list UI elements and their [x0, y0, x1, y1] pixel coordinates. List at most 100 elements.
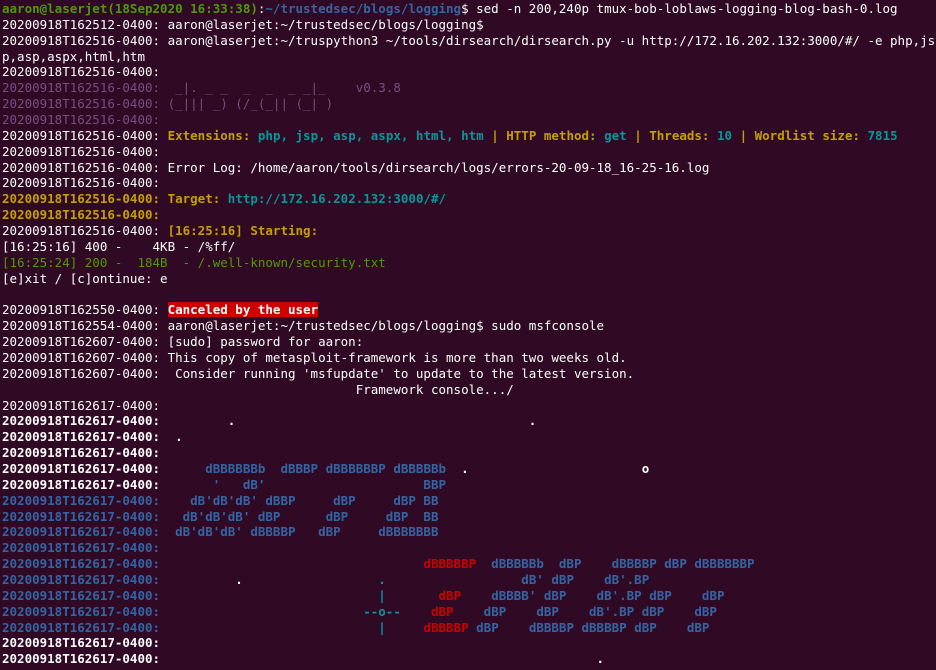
terminal-line: 20200918T162516-0400: _|. _ _ _ _ _ _|_ … — [2, 80, 401, 96]
terminal-text: 20200918T162617-0400: — [2, 476, 213, 492]
terminal-text: 20200918T162516-0400: — [2, 175, 161, 191]
terminal-text: p,asp,aspx,html,htm — [2, 48, 145, 64]
terminal-line: 20200918T162617-0400: — [2, 540, 160, 556]
terminal-line: 20200918T162617-0400: — [2, 445, 160, 461]
terminal-line: p,asp,aspx,html,htm — [2, 49, 145, 65]
terminal-text: 7815 — [867, 127, 898, 143]
terminal-text: 20200918T162516-0400: — [2, 112, 161, 128]
terminal-text: [16:25:16] Starting: — [167, 223, 319, 239]
terminal-line: 20200918T162607-0400: Consider running '… — [2, 366, 634, 382]
terminal-line: Framework console.../ — [2, 382, 514, 398]
terminal-line: 20200918T162516-0400: Extensions: php, j… — [2, 128, 898, 144]
terminal-text: Target: — [167, 191, 228, 207]
terminal-text: Threads: — [649, 127, 717, 143]
terminal-text: 20200918T162516-0400: — [2, 191, 168, 207]
terminal-text: [16:25:24] 200 - 184B - /.well-known/sec… — [2, 254, 386, 270]
terminal-text: $ sed -n 200,240p tmux-bob-loblaws-loggi… — [461, 1, 898, 16]
terminal-line: 20200918T162607-0400: This copy of metas… — [2, 350, 627, 366]
terminal-text: 20200918T162617-0400: . — [2, 429, 183, 445]
terminal-line: 20200918T162516-0400: — [2, 64, 160, 80]
terminal-line: 20200918T162516-0400: Target: http://172… — [2, 191, 446, 207]
terminal-text: aaron@laserjet(18Sep2020 16:33:38) — [2, 1, 258, 16]
terminal-text: dBP dBBBBP dBBBBP dBP dBP — [468, 619, 710, 635]
terminal-text: 20200918T162516-0400: — [2, 223, 168, 239]
terminal-line: 20200918T162617-0400: dBBBBBBb dBBBP dBB… — [2, 461, 649, 477]
terminal-text: Framework console.../ — [2, 381, 514, 397]
terminal-text: | — [378, 619, 386, 635]
terminal-line: [16:25:24] 200 - 184B - /.well-known/sec… — [2, 255, 386, 271]
terminal-text: Extensions: — [167, 127, 258, 143]
terminal-text: php, jsp, asp, aspx, html, htm — [257, 127, 484, 143]
terminal-text: 20200918T162516-0400: (_||| _) (/_(_|| (… — [2, 96, 334, 112]
terminal-text: dBP — [430, 603, 454, 619]
terminal-line: 20200918T162516-0400: [16:25:16] Startin… — [2, 223, 318, 239]
terminal-text: | — [378, 587, 386, 603]
terminal-text: 20200918T162607-0400: This copy of metas… — [2, 349, 627, 365]
terminal-text: 20200918T162617-0400: dB'dB'dB' dBBP dBP… — [2, 492, 439, 508]
terminal-text: dBBBBBBb dBBBP dBBBBBBP dBBBBBb — [205, 460, 447, 476]
terminal-line: 20200918T162554-0400: aaron@laserjet:~/t… — [2, 318, 604, 334]
terminal-text: HTTP method: — [506, 127, 605, 143]
terminal-line: 20200918T162617-0400: . — [2, 651, 604, 667]
terminal-text: 20200918T162617-0400: . — [2, 651, 605, 667]
terminal-text: 20200918T162607-0400: Consider running '… — [2, 365, 635, 381]
terminal-line: [16:25:16] 400 - 4KB - /%ff/ — [2, 239, 235, 255]
terminal-text: 20200918T162617-0400: — [2, 571, 236, 587]
terminal-text: 20200918T162607-0400: [sudo] password fo… — [2, 334, 364, 350]
terminal-line: 20200918T162617-0400: dB'dB'dB' dBP dBP … — [2, 509, 439, 525]
terminal-line: 20200918T162617-0400: dB'dB'dB' dBBP dBP… — [2, 493, 439, 509]
terminal-line: 20200918T162617-0400: ' dB' BBP — [2, 477, 446, 493]
terminal-text: 20200918T162516-0400: — [2, 143, 161, 159]
terminal-line: 20200918T162516-0400: — [2, 175, 160, 191]
terminal-text: dBBBBP — [423, 619, 469, 635]
terminal-text: | — [626, 127, 650, 143]
terminal-line: 20200918T162607-0400: [sudo] password fo… — [2, 334, 363, 350]
terminal-text: 20200918T162516-0400: — [2, 207, 161, 223]
terminal-text: [16:25:16] 400 - 4KB - /%ff/ — [2, 238, 236, 254]
terminal-output[interactable]: aaron@laserjet(18Sep2020 16:33:38):~/tru… — [0, 0, 936, 670]
status-highlight: Canceled by the user — [167, 302, 319, 318]
terminal-text: 20200918T162617-0400: . . — [2, 413, 537, 429]
terminal-text: 20200918T162617-0400: — [2, 587, 379, 603]
terminal-line: 20200918T162516-0400: aaron@laserjet:~/t… — [2, 33, 935, 49]
terminal-line: 20200918T162617-0400: — [2, 635, 160, 651]
terminal-text: 20200918T162617-0400: — [2, 619, 379, 635]
terminal-text: dBBBBBP — [423, 556, 477, 572]
terminal-line: 20200918T162516-0400: Error Log: /home/a… — [2, 160, 709, 176]
terminal-text: 20200918T162617-0400: dB'dB'dB' dBP dBP … — [2, 508, 439, 524]
terminal-text: 20200918T162617-0400: — [2, 540, 161, 556]
terminal-line: 20200918T162617-0400: | dBP dBBBB' dBP d… — [2, 588, 725, 604]
terminal-text: 20200918T162617-0400: — [2, 445, 161, 461]
terminal-text: get — [604, 127, 627, 143]
terminal-line: 20200918T162516-0400: (_||| _) (/_(_|| (… — [2, 96, 333, 112]
terminal-line: [e]xit / [c]ontinue: e — [2, 271, 168, 287]
terminal-text: 20200918T162516-0400: — [2, 127, 168, 143]
terminal-text: 20200918T162617-0400: — [2, 556, 424, 572]
terminal-text: 20200918T162554-0400: aaron@laserjet:~/t… — [2, 318, 605, 334]
terminal-line: 20200918T162516-0400: — [2, 207, 160, 223]
terminal-line: 20200918T162617-0400: dBBBBBP dBBBBBb dB… — [2, 556, 755, 572]
terminal-text: . — [378, 571, 386, 587]
terminal-text: | — [483, 127, 507, 143]
terminal-text: 20200918T162516-0400: aaron@laserjet:~/t… — [2, 32, 936, 48]
terminal-text: [e]xit / [c]ontinue: e — [2, 270, 168, 286]
terminal-text: 20200918T162617-0400: dB'dB'dB' dBBBBP d… — [2, 524, 439, 540]
terminal-line: 20200918T162617-0400: — [2, 398, 160, 414]
terminal-line: 20200918T162617-0400: --o-- dBP dBP dBP … — [2, 604, 717, 620]
terminal-text: dBBBB' dBP dB'.BP dBP dBP — [461, 587, 725, 603]
terminal-text: 20200918T162617-0400: — [2, 397, 161, 413]
terminal-text: 10 — [716, 127, 733, 143]
terminal-line: aaron@laserjet(18Sep2020 16:33:38):~/tru… — [2, 1, 898, 17]
terminal-text: 20200918T162617-0400: — [2, 635, 161, 651]
terminal-text: | — [732, 127, 755, 143]
terminal-text: 20200918T162617-0400: — [2, 603, 364, 619]
terminal-line: 20200918T162617-0400: . — [2, 429, 183, 445]
terminal-text: 20200918T162512-0400: aaron@laserjet:~/t… — [2, 16, 484, 32]
terminal-text: 20200918T162516-0400: _|. _ _ _ _ _ _|_ … — [2, 80, 401, 96]
terminal-line: 20200918T162617-0400: . . dB' dBP dB'.BP — [2, 572, 649, 588]
terminal-text: dBBBBBb dBP dBBBBP dBP dBBBBBBP — [476, 556, 755, 572]
